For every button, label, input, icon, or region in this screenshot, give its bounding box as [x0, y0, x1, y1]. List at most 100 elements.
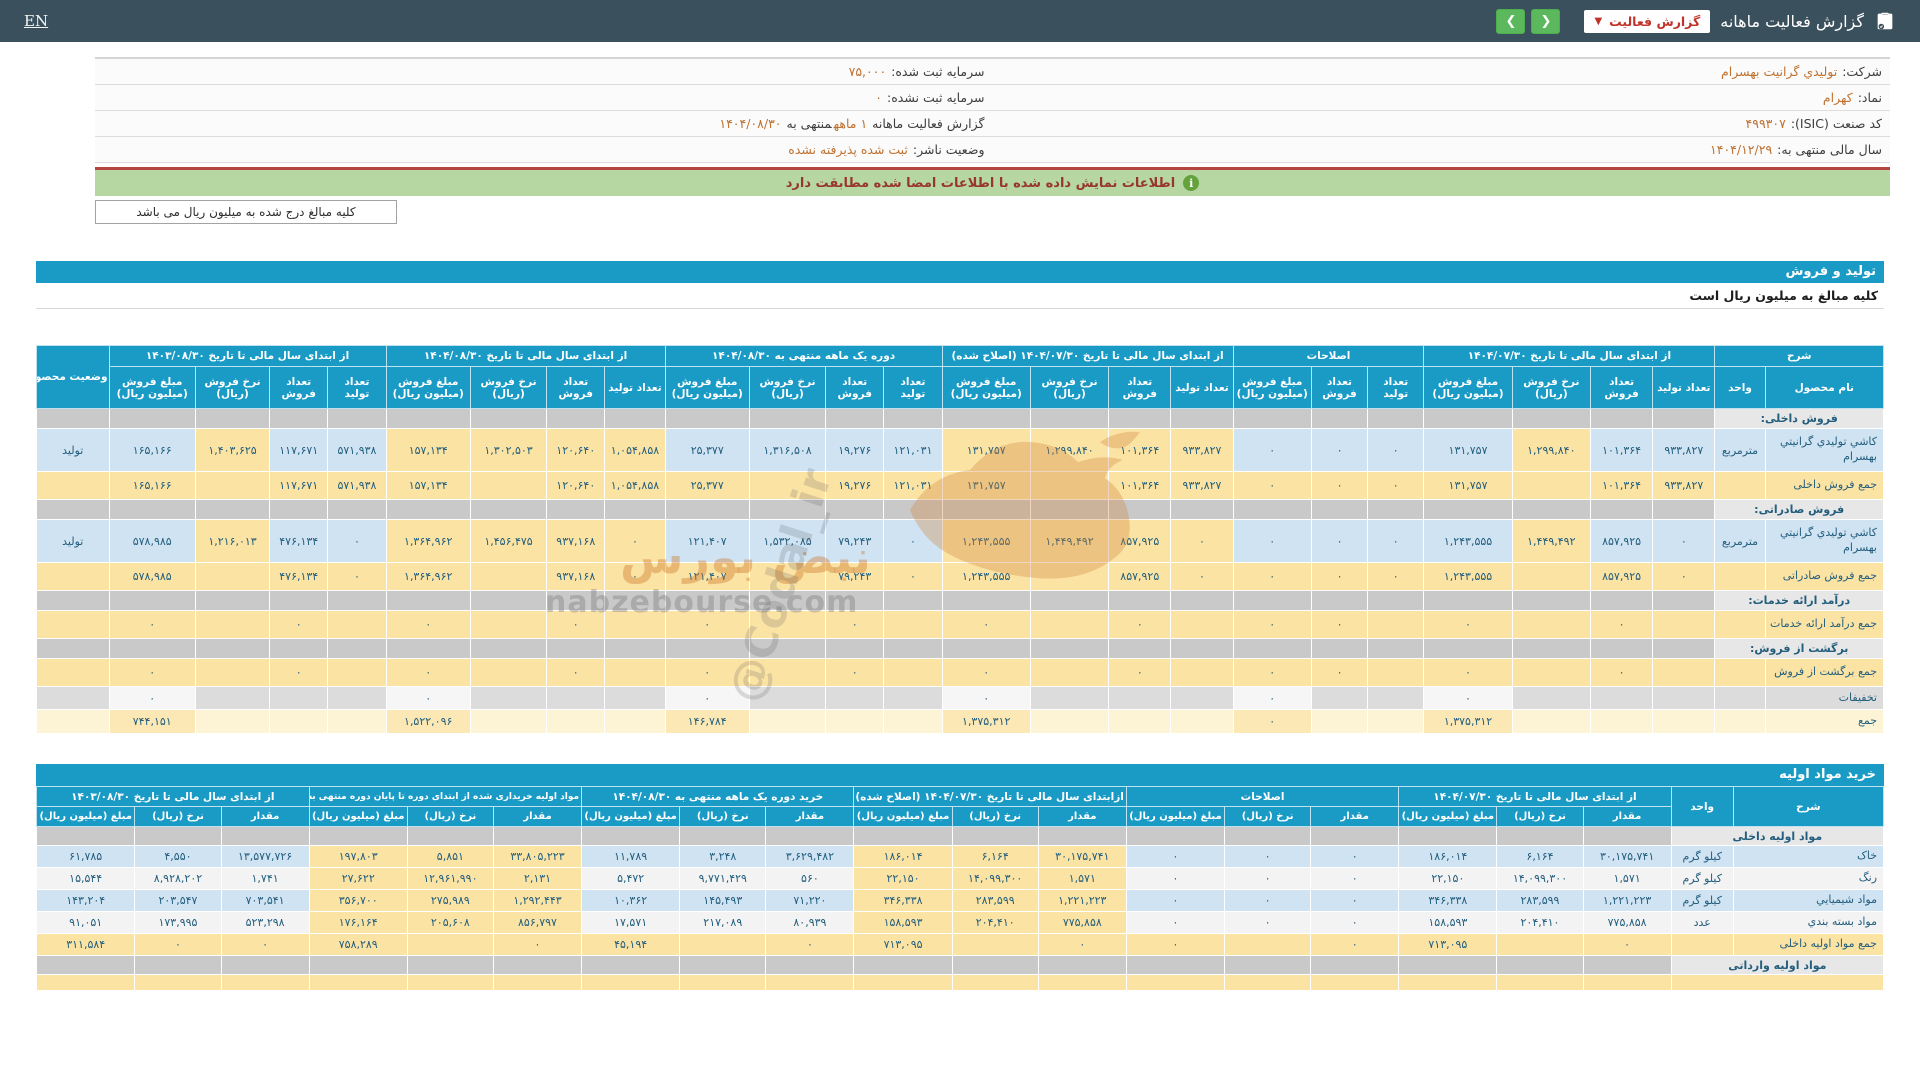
- value-cell: ۰: [1310, 867, 1400, 890]
- value-cell: ۲۵,۳۷۷: [664, 428, 750, 472]
- value-cell: ۱۸۶,۰۱۴: [853, 845, 953, 868]
- value-cell: ۰: [1367, 471, 1425, 500]
- value-cell: [1170, 658, 1234, 687]
- value-cell: ۱,۴۰۳,۶۲۵: [194, 428, 271, 472]
- cell: [1232, 408, 1312, 429]
- value-cell: ۲۵,۳۷۷: [664, 471, 750, 500]
- column-group-header: اصلاحات: [1232, 345, 1425, 367]
- value-cell: [1029, 610, 1110, 639]
- cell: [664, 638, 750, 659]
- column-header: تعداد فروش: [1589, 366, 1654, 409]
- cell: [765, 826, 855, 846]
- info-row: سال مالی منتهی به: ۱۴۰۴/۱۲/۲۹ وضعیت ناشر: ث…: [95, 137, 1890, 163]
- cell: [308, 826, 408, 846]
- value-cell: [748, 686, 827, 710]
- value-cell: [469, 658, 548, 687]
- table-row: جمع درآمد ارائه خدمات ۰ ۰ ۰ ۰ ۰ ۰ ۰ ۰ ۰ ۰ ۰ ۰: [36, 610, 1885, 639]
- cell: [679, 974, 767, 991]
- info-value: ۱۴۰۴/۰۸/۳۰: [719, 116, 782, 131]
- value-cell: [546, 686, 606, 710]
- language-toggle-en[interactable]: EN: [24, 12, 48, 30]
- value-cell: ۷۵۸,۲۸۹: [308, 933, 408, 956]
- column-header: مبلغ فروش (میلیون ریال): [664, 366, 750, 409]
- value-cell: ۲۷,۶۲۲: [308, 867, 408, 890]
- unit-cell: مترمربع: [1714, 519, 1766, 563]
- cell: [35, 826, 136, 846]
- column-header: تعداد فروش: [1108, 366, 1172, 409]
- production-sales-table: شرح از ابتدای سال مالی تا تاریخ ۱۴۰۴/۰۷/۳…: [36, 345, 1885, 734]
- value-cell: ۱,۲۴۳,۵۵۵: [1423, 519, 1513, 563]
- value-cell: ۱۳,۵۷۷,۷۲۶: [220, 845, 310, 868]
- status-cell: [36, 471, 110, 500]
- column-header: مبلغ (میلیون ریال): [853, 806, 953, 827]
- value-cell: ۰: [327, 519, 387, 563]
- unit-cell: [1714, 610, 1766, 639]
- value-cell: ۲۰۳,۵۴۷: [134, 889, 222, 912]
- value-cell: ۱۶۵,۱۶۶: [108, 428, 196, 472]
- info-cell-left: سرمایه ثبت نشده: ۰: [95, 85, 993, 110]
- cell: [1496, 826, 1584, 846]
- cell: [1398, 974, 1498, 991]
- info-value: ۰: [875, 90, 883, 105]
- value-cell: ۰: [1232, 428, 1312, 472]
- value-cell: ۱۳۱,۷۵۷: [941, 471, 1031, 500]
- value-cell: [327, 610, 387, 639]
- table-row: مواد اولیه داخلی: [35, 826, 1885, 846]
- value-cell: ۷۱۳,۰۹۵: [853, 933, 953, 956]
- value-cell: ۰: [1125, 933, 1226, 956]
- value-cell: ۰: [1125, 889, 1226, 912]
- cell: [1511, 408, 1591, 429]
- cell: [941, 638, 1031, 659]
- status-cell: تولید: [36, 519, 110, 563]
- table-row: تخفیفات ۰ ۰ ۰ ۰ ۰ ۰: [36, 686, 1885, 710]
- value-cell: ۰: [941, 686, 1031, 710]
- value-cell: ۹۳۳,۸۲۷: [1652, 428, 1716, 472]
- top-bar: گزارش فعالیت ماهانه گزارش فعالیت ▼ ❮ ❯ E…: [0, 0, 1920, 42]
- previous-report-button[interactable]: ❮: [1496, 8, 1526, 34]
- value-cell: ۰: [883, 562, 943, 591]
- info-value: تولیدي گرانیت بهسرام: [1721, 64, 1838, 79]
- cell: [269, 499, 329, 520]
- info-cell-right: نماد: کهرام: [993, 85, 1891, 110]
- value-cell: ۰: [1232, 471, 1312, 500]
- cell: [1310, 955, 1400, 975]
- next-report-button[interactable]: ❯: [1531, 8, 1561, 34]
- row-label: رنگ: [1732, 867, 1885, 890]
- section-label: مواد اولیه وارداتی: [1670, 955, 1885, 975]
- table-row: جمع فروش صادراتی ۰ ۸۵۷,۹۲۵ ۱,۲۴۳,۵۵۵ ۰ ۰ ۰ ۰ ۸۵۷…: [36, 562, 1885, 591]
- value-cell: ۵۷۸,۹۸۵: [108, 562, 196, 591]
- amounts-unit-note: کلیه مبالغ درج شده به میلیون ریال می باش…: [95, 200, 397, 224]
- column-group-header: دوره یک ماهه منتهی به ۱۴۰۴/۰۸/۳۰: [664, 345, 943, 367]
- value-cell: ۳۱۱,۵۸۴: [35, 933, 136, 956]
- row-label: خاک: [1732, 845, 1885, 868]
- value-cell: ۱,۲۴۳,۵۵۵: [1423, 562, 1513, 591]
- value-cell: ۵۷۸,۹۸۵: [108, 519, 196, 563]
- value-cell: [1589, 686, 1654, 710]
- value-cell: [748, 471, 827, 500]
- column-group-header: واحد: [1670, 786, 1734, 827]
- column-header: مقدار: [1582, 806, 1672, 827]
- column-header: تعداد تولید: [1367, 366, 1425, 409]
- column-group-header: از ابتدای سال مالی تا تاریخ ۱۴۰۳/۰۸/۳۰: [36, 786, 310, 807]
- value-cell: ۱,۲۴۳,۵۵۵: [941, 519, 1031, 563]
- value-cell: [1367, 709, 1425, 734]
- unit-cell: مترمربع: [1714, 428, 1766, 472]
- cell: [1029, 590, 1110, 611]
- value-cell: ۳۳,۸۰۵,۲۲۳: [492, 845, 583, 868]
- column-group-header: شرح: [1732, 786, 1885, 827]
- value-cell: ۱,۵۲۲,۰۹۶: [385, 709, 471, 734]
- value-cell: ۰: [546, 658, 606, 687]
- value-cell: ۰: [1224, 845, 1312, 868]
- row-label: جمع برگشت از فروش: [1764, 658, 1885, 687]
- value-cell: ۱۰۱,۳۶۴: [1589, 428, 1654, 472]
- value-cell: ۵۷۱,۹۳۸: [327, 471, 387, 500]
- value-cell: ۴۷۶,۱۳۴: [269, 562, 329, 591]
- value-cell: [546, 709, 606, 734]
- value-cell: ۹۳۳,۸۲۷: [1652, 471, 1716, 500]
- report-type-dropdown[interactable]: گزارش فعالیت ▼: [1584, 9, 1711, 33]
- value-cell: ۱۱,۷۸۹: [581, 845, 681, 868]
- cell: [327, 638, 387, 659]
- row-label: مواد بسته بندي: [1732, 911, 1885, 934]
- cell: [1652, 638, 1716, 659]
- value-cell: ۷۹,۲۴۳: [825, 562, 885, 591]
